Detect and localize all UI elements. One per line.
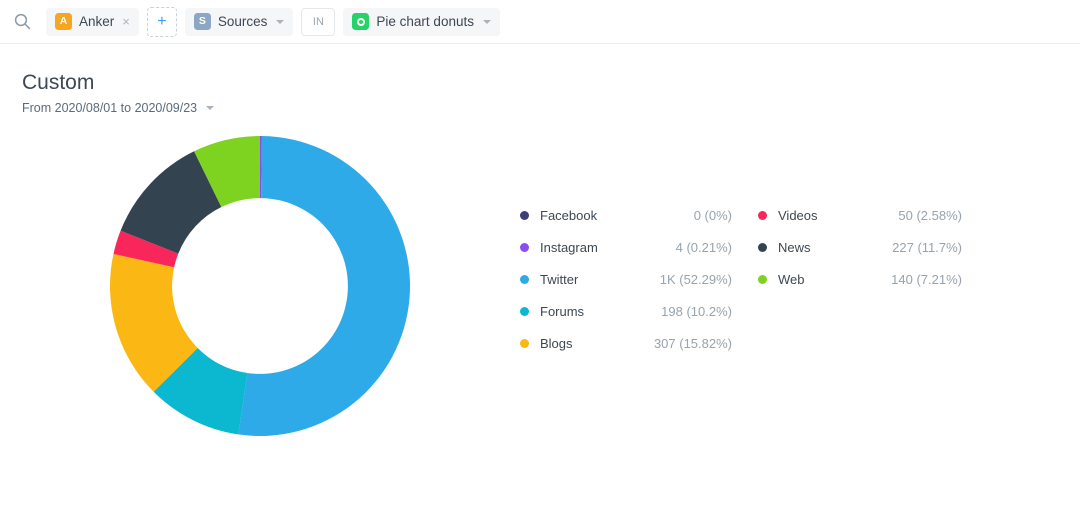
date-range-label: From 2020/08/01 to 2020/09/23 — [22, 101, 198, 116]
date-range-selector[interactable]: From 2020/08/01 to 2020/09/23 — [22, 101, 1080, 115]
legend-item-label: Videos — [778, 207, 818, 223]
legend-item-value: 0 (0%) — [693, 207, 732, 223]
legend-item-twitter[interactable]: Twitter 1K (52.29%) — [520, 263, 758, 295]
chart-area: Facebook 0 (0%) Instagram 4 (0.21%) Twitter 1… — [0, 123, 1080, 441]
legend-item-value: 4 (0.21%) — [675, 239, 732, 255]
legend-column-1: Facebook 0 (0%) Instagram 4 (0.21%) Twitter 1… — [520, 199, 758, 359]
legend-dot-icon — [758, 274, 767, 284]
legend-item-value: 307 (15.82%) — [653, 335, 732, 351]
filter-chip-pie-chart-donuts[interactable]: Pie chart donuts — [343, 7, 500, 36]
search-icon[interactable] — [8, 8, 36, 36]
donut-chart[interactable] — [105, 131, 415, 441]
legend-item-instagram[interactable]: Instagram 4 (0.21%) — [520, 231, 758, 263]
legend-column-2: Videos 50 (2.58%) News 227 (11.7%) Web 140 (7… — [758, 199, 988, 359]
legend-dot-icon — [520, 210, 529, 220]
legend-item-label: News — [778, 239, 811, 255]
legend-item-label: Forums — [540, 303, 585, 319]
filter-chip-pie-chart-donuts-label: Pie chart donuts — [376, 13, 474, 29]
legend-item-value: 227 (11.7%) — [892, 239, 962, 255]
legend-item-label: Facebook — [540, 207, 598, 223]
legend-item-label: Web — [778, 271, 805, 287]
legend-item-web[interactable]: Web 140 (7.21%) — [758, 263, 988, 295]
chevron-down-icon[interactable] — [482, 19, 491, 24]
legend-item-forums[interactable]: Forums 198 (10.2%) — [520, 295, 758, 327]
pie-chart-donuts-badge-icon — [352, 13, 370, 30]
legend-dot-icon — [520, 274, 529, 284]
legend-item-blogs[interactable]: Blogs 307 (15.82%) — [520, 327, 758, 359]
legend-item-value: 198 (10.2%) — [661, 303, 732, 319]
filter-chip-sources-label: Sources — [217, 13, 268, 29]
legend-item-label: Blogs — [540, 335, 573, 351]
chevron-down-icon[interactable] — [276, 19, 285, 24]
legend-item-label: Instagram — [540, 239, 598, 255]
anker-badge-icon: A — [55, 13, 72, 30]
legend-item-videos[interactable]: Videos 50 (2.58%) — [758, 199, 988, 231]
legend-item-value: 1K (52.29%) — [659, 271, 732, 287]
page-header: Custom From 2020/08/01 to 2020/09/23 — [0, 44, 1080, 115]
filter-chip-anker-label: Anker — [79, 13, 115, 29]
legend-item-news[interactable]: News 227 (11.7%) — [758, 231, 988, 263]
legend-dot-icon — [520, 242, 529, 252]
filter-chip-anker[interactable]: A Anker × — [46, 7, 139, 36]
legend-item-value: 50 (2.58%) — [898, 207, 962, 223]
legend-dot-icon — [520, 306, 529, 316]
chevron-down-icon[interactable] — [206, 106, 215, 111]
filter-operator-in[interactable]: IN — [301, 7, 336, 36]
filter-chip-sources[interactable]: S Sources — [184, 7, 294, 36]
page-title: Custom — [22, 71, 95, 94]
donut-chart-container — [0, 123, 520, 441]
add-filter-button[interactable]: + — [146, 6, 177, 37]
donut-slice-twitter[interactable] — [238, 136, 410, 437]
legend-dot-icon — [520, 338, 529, 348]
top-toolbar: A Anker × + S Sources IN Pie chart donut… — [0, 0, 1080, 44]
remove-anker-icon[interactable]: × — [122, 15, 130, 28]
sources-badge-icon: S — [193, 13, 211, 30]
legend-dot-icon — [758, 210, 767, 220]
chart-legend: Facebook 0 (0%) Instagram 4 (0.21%) Twitter 1… — [520, 123, 988, 359]
legend-item-value: 140 (7.21%) — [891, 271, 962, 287]
legend-dot-icon — [758, 242, 767, 252]
legend-item-label: Twitter — [540, 271, 579, 287]
legend-item-facebook[interactable]: Facebook 0 (0%) — [520, 199, 758, 231]
